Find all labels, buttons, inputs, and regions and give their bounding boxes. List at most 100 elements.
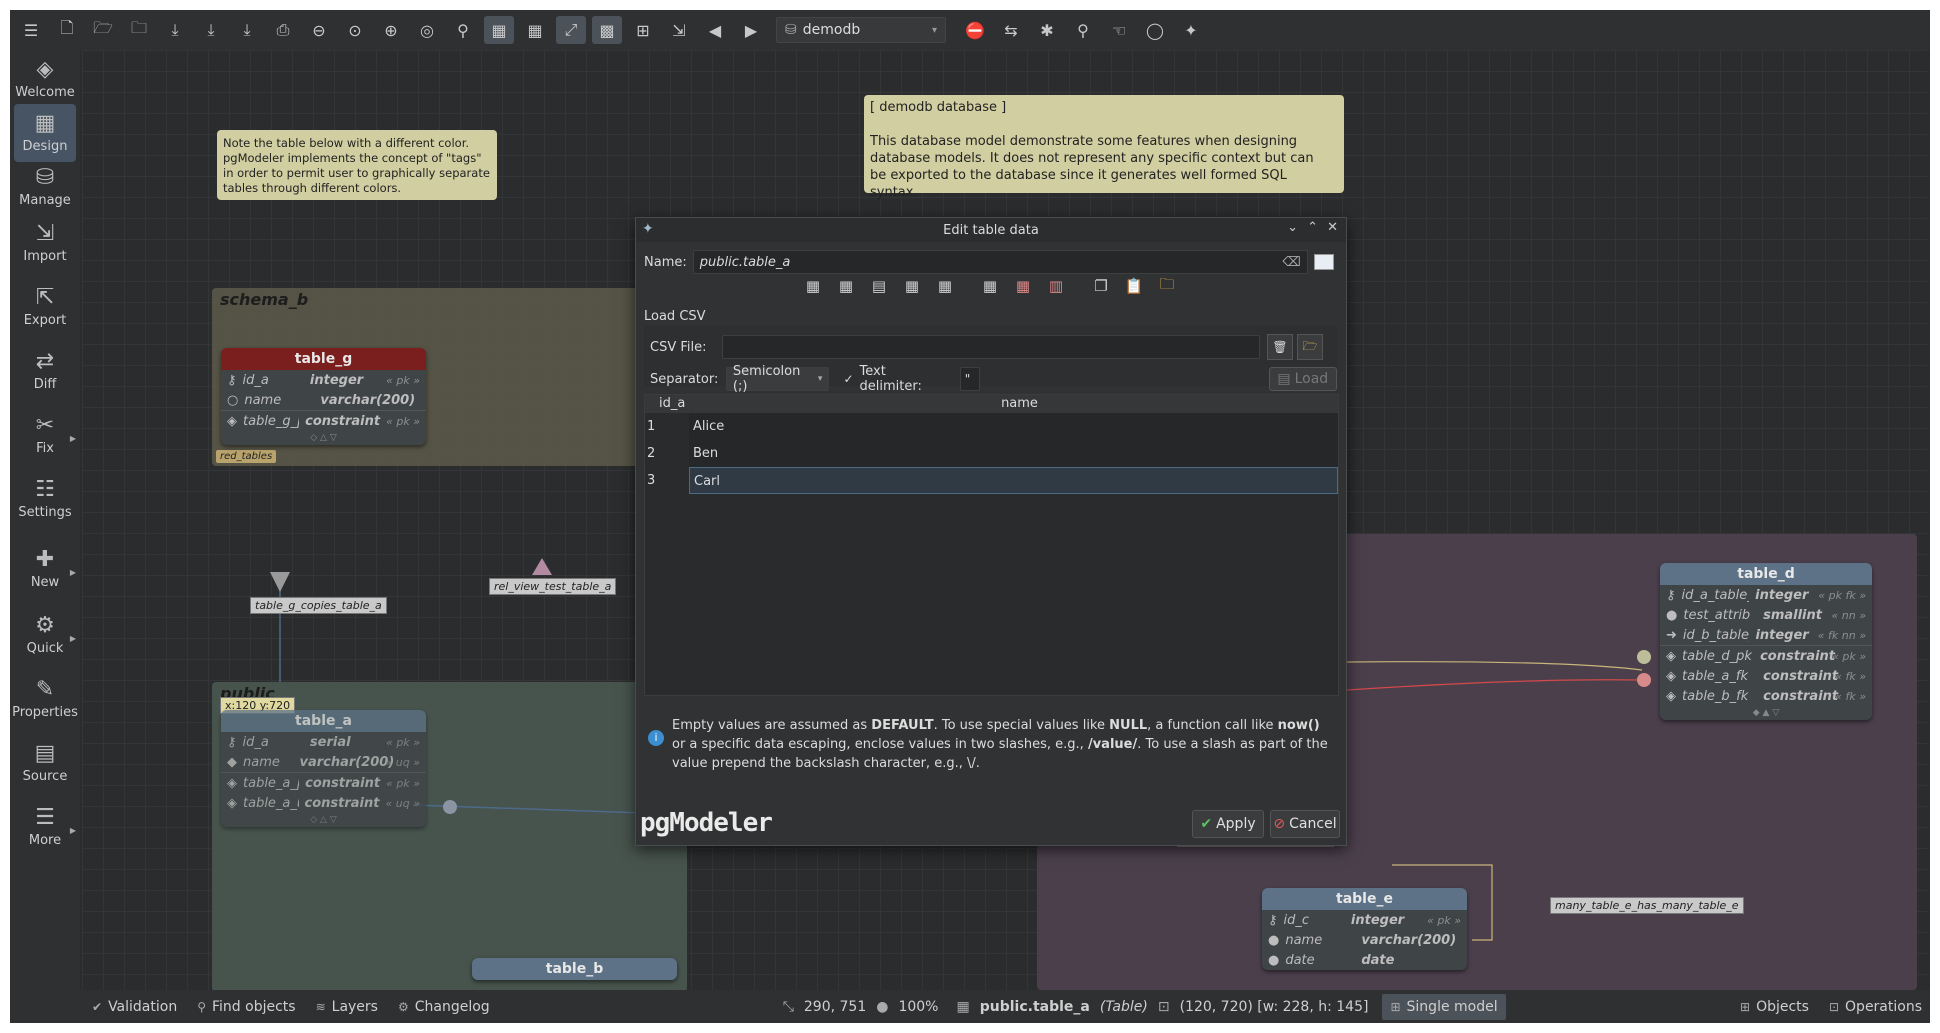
table-row[interactable]: 1 Alice [645, 413, 1338, 440]
table-row[interactable]: ⚷ id_a_table_a integer « pk fk » [1660, 585, 1872, 605]
text-delimiter-checkbox[interactable]: ✓ [843, 372, 853, 386]
sidebar-item-welcome[interactable]: ◈ Welcome [14, 50, 76, 108]
table-row[interactable]: ◈ table_a_pk constraint « pk » [221, 772, 426, 793]
csv-file-input[interactable] [722, 335, 1260, 359]
apply-button[interactable]: ✔ Apply [1192, 810, 1264, 838]
sidebar-item-properties[interactable]: ✎ Properties [12, 670, 78, 728]
trash-icon[interactable]: 🗑 [1267, 334, 1293, 360]
sidebar-item-more[interactable]: ☰ More ▶ [14, 798, 76, 856]
find-icon[interactable]: ⚲ [448, 16, 478, 44]
hand-icon[interactable]: ☜ [1104, 16, 1134, 44]
table-select-icon[interactable] [1313, 254, 1334, 270]
find-objects-button[interactable]: ⚲ Find objects [189, 994, 303, 1020]
align-grid-icon[interactable]: ▦ [520, 16, 550, 44]
load-csv-label[interactable]: Load CSV [644, 309, 706, 324]
table-a[interactable]: table_a ⚷ id_a serial « pk » ◆ name varchar(2… [221, 710, 426, 827]
rel-label-e-has-many-e[interactable]: many_table_e_has_many_table_e [1550, 897, 1744, 914]
cell-name[interactable]: Ben [689, 440, 1338, 467]
paste-icon[interactable]: 📋 [1122, 275, 1146, 297]
add-column-icon[interactable]: ▦ [834, 275, 858, 297]
table-row[interactable]: ● date date [1262, 950, 1467, 970]
browse-folder-icon[interactable]: 🗁 [1297, 334, 1323, 360]
pin-icon[interactable]: ⚲ [1068, 16, 1098, 44]
back-icon[interactable]: ◀ [700, 16, 730, 44]
cell-id-a[interactable] [659, 467, 689, 494]
zoom-out-icon[interactable]: ⊖ [304, 16, 334, 44]
data-grid[interactable]: id_a name 1 Alice 2 Ben 3 Carl [644, 394, 1339, 696]
copy-icon[interactable]: ❐ [1089, 275, 1113, 297]
changelog-button[interactable]: ⚙ Changelog [390, 994, 498, 1020]
rel-label-g-copies-a[interactable]: table_g_copies_table_a [250, 597, 387, 614]
table-b[interactable]: table_b [472, 958, 677, 980]
menu-icon[interactable]: ☰ [16, 16, 46, 44]
table-g[interactable]: table_g ⚷ id_a integer « pk » ○ name varchar(… [221, 348, 426, 445]
database-select[interactable]: ⛁ demodb ▾ [776, 17, 946, 43]
save-icon[interactable]: ⤓ [160, 16, 190, 44]
cell-id-a[interactable] [659, 440, 689, 467]
sidebar-item-source[interactable]: ▤ Source [14, 734, 76, 792]
minimize-icon[interactable]: ⌄ [1287, 220, 1298, 235]
table-row[interactable]: ◈ table_a_uq constraint « uq » [221, 793, 426, 813]
rel-label-view-test[interactable]: rel_view_test_table_a [489, 578, 617, 595]
add-row-icon[interactable]: ▦ [801, 275, 825, 297]
sidebar-item-fix[interactable]: ✂ Fix ▶ [14, 406, 76, 464]
sidebar-item-import[interactable]: ⇲ Import [14, 214, 76, 272]
dialog-titlebar[interactable]: ✦ Edit table data ⌄ ⌃ ✕ [636, 218, 1346, 242]
load-button[interactable]: ▤ Load [1268, 367, 1338, 391]
sidebar-item-manage[interactable]: ⛁ Manage [14, 158, 76, 216]
table-row[interactable]: ◈ table_g_pk constraint « pk » [221, 410, 426, 431]
tag-red-tables[interactable]: red_tables [216, 450, 277, 463]
table-row[interactable]: ● test_attrib smallint « nn » [1660, 605, 1872, 625]
save-as-icon[interactable]: ⤓ [232, 16, 262, 44]
table-footer[interactable]: ◇ △ ▽ [221, 431, 426, 445]
plugin-icon[interactable]: ✱ [1032, 16, 1062, 44]
name-field[interactable]: public.table_a ⌫ [692, 250, 1308, 274]
edit-cell-icon[interactable]: ▦ [900, 275, 924, 297]
sidebar-item-diff[interactable]: ⇄ Diff [14, 342, 76, 400]
sidebar-item-new[interactable]: ✚ New ▶ [14, 540, 76, 598]
cancel-button[interactable]: ⊘ Cancel [1270, 810, 1340, 838]
table-footer[interactable]: ◆ ▲ ▽ [1660, 706, 1872, 720]
overview-icon[interactable]: ⊞ [628, 16, 658, 44]
clear-data-icon[interactable]: ▥ [1044, 275, 1068, 297]
help-icon[interactable]: ◯ [1140, 16, 1170, 44]
table-row[interactable]: ➜ id_b_table_b integer « fk nn » [1660, 625, 1872, 645]
stop-icon[interactable]: ⛔ [960, 16, 990, 44]
single-model-button[interactable]: ⊞ Single model [1382, 993, 1506, 1020]
swap-icon[interactable]: ⇆ [996, 16, 1026, 44]
magnet-icon[interactable]: ▩ [592, 16, 622, 44]
table-row[interactable]: ◆ name varchar(200) « uq » [221, 752, 426, 772]
text-delimiter-input[interactable]: " [959, 367, 980, 391]
clear-icon[interactable]: ⌫ [1282, 255, 1300, 270]
column-header-id-a[interactable]: id_a [657, 395, 701, 413]
cell-name[interactable]: Alice [689, 413, 1338, 440]
table-row[interactable]: ◈ table_b_fk constraint « fk » [1660, 686, 1872, 706]
fit-icon[interactable]: ◎ [412, 16, 442, 44]
duplicate-row-icon[interactable]: ▤ [867, 275, 891, 297]
sidebar-item-quick[interactable]: ⚙ Quick ▶ [14, 606, 76, 664]
open-folder-icon[interactable]: 🗀 [1155, 275, 1179, 297]
column-header-name[interactable]: name [701, 395, 1338, 413]
expand-icon[interactable]: ⇲ [664, 16, 694, 44]
table-row[interactable]: ⚷ id_a serial « pk » [221, 732, 426, 752]
operations-button[interactable]: ⊡ Operations [1821, 994, 1930, 1020]
relationship-icon[interactable]: ⤢ [556, 16, 586, 44]
zoom-reset-icon[interactable]: ⊙ [340, 16, 370, 44]
sidebar-item-settings[interactable]: ☷ Settings [14, 470, 76, 528]
close-icon[interactable]: ✕ [1327, 220, 1338, 235]
table-footer[interactable]: ◇ △ ▽ [221, 813, 426, 827]
open-icon[interactable]: 🗁 [88, 16, 118, 44]
objects-button[interactable]: ⊞ Objects [1732, 994, 1817, 1020]
table-row[interactable]: ⚷ id_c integer « pk » [1262, 910, 1467, 930]
save-all-icon[interactable]: ⤓ [196, 16, 226, 44]
cell-name[interactable]: Carl [689, 467, 1338, 494]
table-d[interactable]: table_d ⚷id_a_table_ainteger« pk fk » ●t… [1660, 563, 1872, 720]
table-row[interactable]: ◈ table_d_pk constraint « pk » [1660, 645, 1872, 666]
text-delimiter-label[interactable]: Text delimiter: [860, 364, 950, 394]
sidebar-item-design[interactable]: ▦ Design [14, 104, 76, 162]
grid-icon[interactable]: ▦ [484, 16, 514, 44]
delete-row-icon[interactable]: ▦ [978, 275, 1002, 297]
elephant-icon[interactable]: ✦ [1176, 16, 1206, 44]
layers-button[interactable]: ≋ Layers [308, 994, 386, 1020]
forward-icon[interactable]: ▶ [736, 16, 766, 44]
